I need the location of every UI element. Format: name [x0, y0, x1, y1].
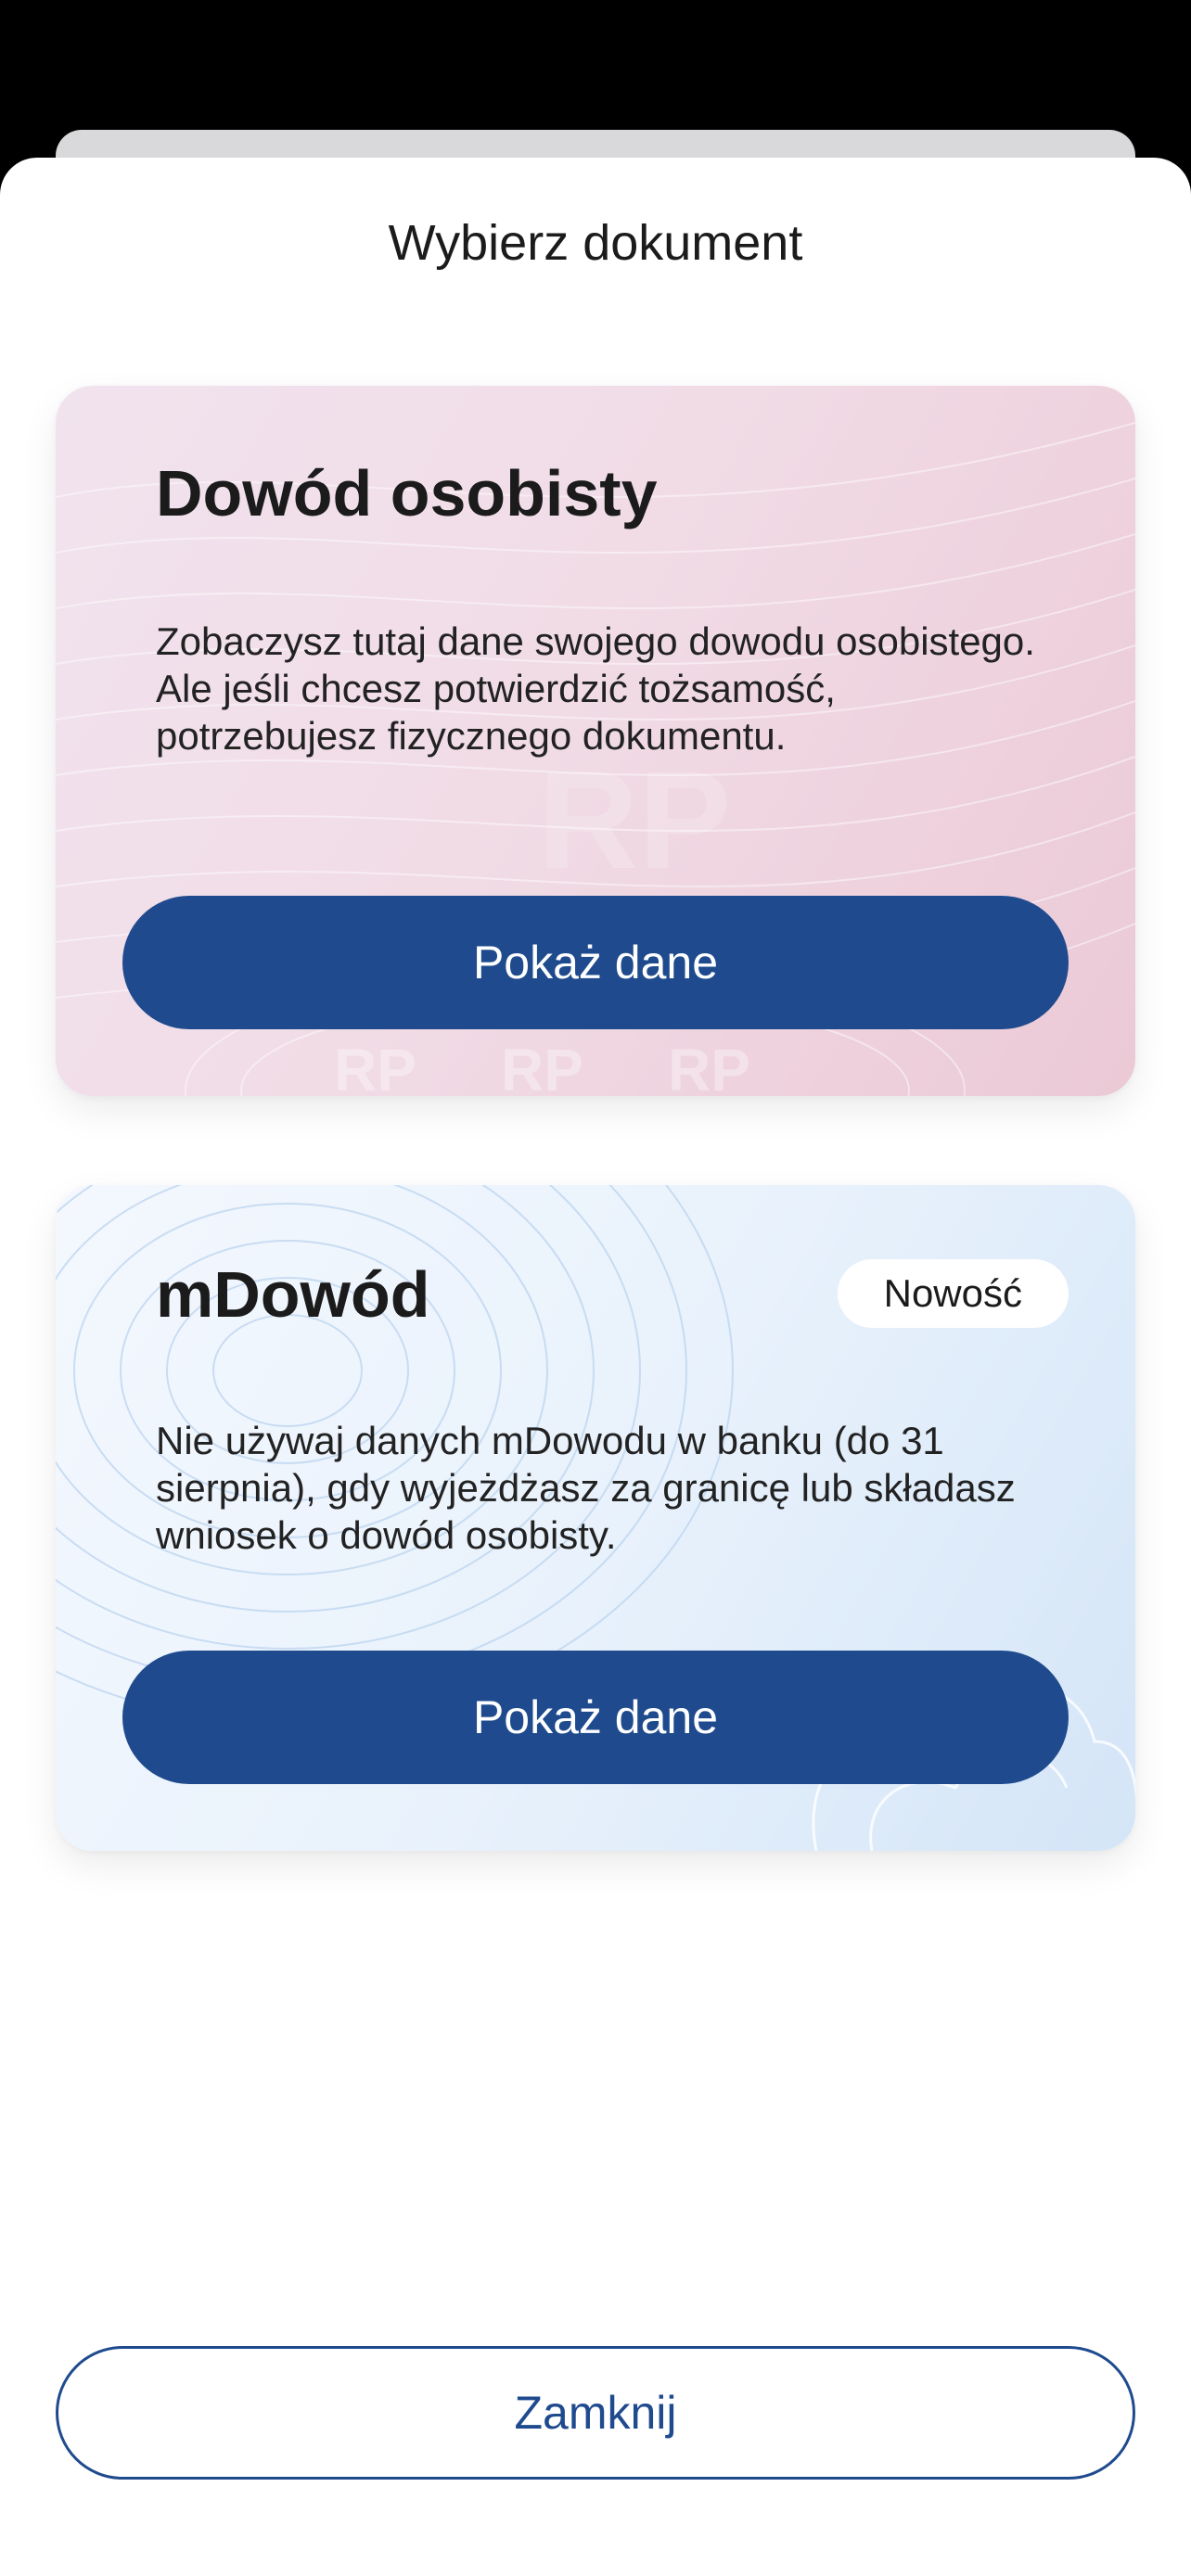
- id-card-show-data-button[interactable]: Pokaż dane: [122, 896, 1069, 1029]
- sheet-title: Wybierz dokument: [388, 215, 803, 271]
- rp-watermark-large: RP: [538, 742, 731, 898]
- close-button[interactable]: Zamknij: [56, 2346, 1135, 2480]
- id-card-description: Zobaczysz tutaj dane swojego dowodu osob…: [156, 619, 1035, 758]
- id-card-title: Dowód osobisty: [156, 457, 658, 529]
- mdowod-show-data-button[interactable]: Pokaż dane: [122, 1651, 1069, 1784]
- mdowod-card-tile: mDowód Nowość Nie używaj danych mDowodu …: [56, 1185, 1135, 1851]
- rp-watermark-3: RP: [668, 1037, 750, 1096]
- mdowod-card-description: Nie używaj danych mDowodu w banku (do 31…: [156, 1419, 1016, 1557]
- new-badge: Nowość: [837, 1259, 1069, 1328]
- mdowod-card-title: mDowód: [156, 1258, 430, 1331]
- rp-watermark-2: RP: [501, 1037, 583, 1096]
- rp-watermark-1: RP: [334, 1037, 416, 1096]
- id-card-tile: RP RP RP RP Dowód osobisty Zobaczysz tut…: [56, 386, 1135, 1096]
